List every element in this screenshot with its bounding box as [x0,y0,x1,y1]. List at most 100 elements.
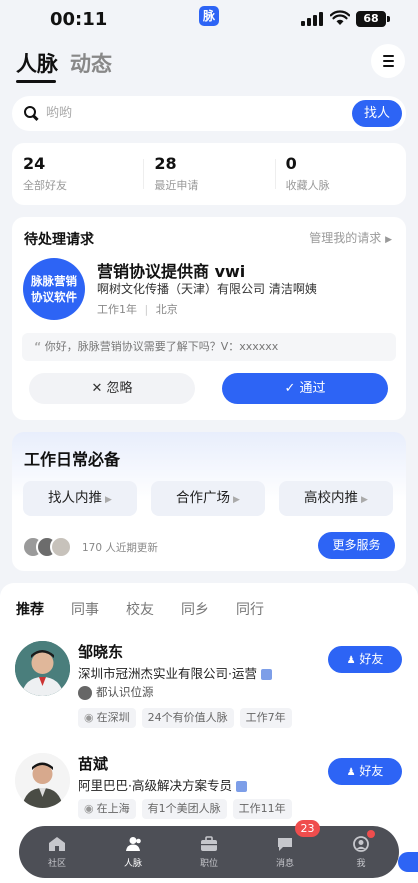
add-friend-button[interactable]: ♟ 好友 [328,758,402,785]
requester-years: 工作1年 [97,303,137,316]
more-services-button[interactable]: 更多服务 [318,532,395,559]
ignore-button[interactable]: ✕ 忽略 [29,373,195,404]
avatar[interactable]: 脉脉营销 协议软件 [23,258,85,320]
chip-campus-referral[interactable]: 高校内推 ▶ [279,481,393,516]
avatar[interactable] [15,753,70,808]
chip-cooperation[interactable]: 合作广场 ▶ [151,481,265,516]
home-icon [49,837,65,851]
chip-label: 高校内推 [304,490,359,506]
nav-label: 人脉 [123,859,142,869]
stat-all-friends[interactable]: 24 全部好友 [12,143,143,205]
stats-panel: 24 全部好友 28 最近申请 0 收藏人脉 [12,143,406,205]
menu-button[interactable] [371,44,405,78]
nav-community[interactable]: 社区 [19,826,95,878]
tab-colleagues[interactable]: 同事 [71,599,99,619]
tab-industry[interactable]: 同行 [236,599,264,619]
requester-city: 北京 [155,303,178,316]
avatar-text-line2: 协议软件 [31,290,77,304]
tag-location-text: 在上海 [96,802,130,815]
nav-label: 职位 [199,859,218,869]
search-input[interactable] [46,96,336,131]
person-photo-icon [15,753,70,808]
request-message-text: 你好，脉脉营销协议需要了解下吗？V：xxxxxx [44,340,279,353]
chip-label: 合作广场 [176,490,231,506]
tag-experience: 工作7年 [239,708,292,728]
requester-meta: 工作1年 | 北京 [97,303,178,316]
stat-label: 收藏人脉 [285,179,330,192]
person-tags: ◉ 在上海 有1个美团人脉 工作11年 [78,799,292,819]
unread-badge: 23 [295,820,320,837]
manage-requests-label: 管理我的请求 [309,231,382,245]
search-icon [24,106,36,118]
stat-number: 28 [154,154,177,173]
person-title-text: 阿里巴巴·高级解决方案专员 [78,778,232,793]
quote-icon: “ [34,340,42,353]
manage-requests-link[interactable]: 管理我的请求 ▶ [309,229,392,246]
stat-recent-requests[interactable]: 28 最近申请 [143,143,274,205]
person-title: 阿里巴巴·高级解决方案专员 [78,775,247,794]
header-tabs: 人脉 动态 [16,48,112,83]
contacts-icon [126,837,141,851]
tag-network: 有1个美团人脉 [141,799,227,819]
bottom-navigation: 社区 人脉 职位 消息 23 我 [19,820,399,878]
chevron-right-icon: ▶ [385,235,392,245]
app-notification-icon: 脉 [199,6,219,26]
signal-icon [301,12,323,26]
avatar-stack [22,536,82,558]
friend-button-label: 好友 [359,652,384,666]
status-bar: 00:11 脉 68 [0,0,418,40]
tab-alumni[interactable]: 校友 [126,599,154,619]
nav-profile[interactable]: 我 [323,826,399,878]
pending-title: 待处理请求 [24,232,94,248]
tag-location: ◉ 在深圳 [78,708,136,728]
location-pin-icon: ◉ [84,802,94,815]
add-user-icon: ♟ [346,655,356,666]
wifi-icon [330,10,350,25]
stat-label: 全部好友 [23,179,67,192]
battery-icon: 68 [356,11,390,27]
location-pin-icon: ◉ [84,711,94,724]
nav-label: 社区 [47,859,66,869]
accept-button[interactable]: ✓ 通过 [222,373,388,404]
stat-number: 0 [285,154,297,173]
verified-icon [260,669,272,680]
briefcase-icon [201,836,217,851]
tab-hometown[interactable]: 同乡 [181,599,209,619]
stat-saved-contacts[interactable]: 0 收藏人脉 [274,143,406,205]
accept-label: 通过 [299,381,326,396]
nav-contacts[interactable]: 人脉 [95,826,171,878]
avatar [50,536,72,558]
person-title-text: 深圳市冠洲杰实业有限公司·运营 [78,666,257,681]
chevron-right-icon: ▶ [361,495,368,505]
tab-contacts[interactable]: 人脉 [16,48,58,83]
stat-number: 24 [23,154,46,173]
person-title: 深圳市冠洲杰实业有限公司·运营 [78,663,272,682]
avatar [78,685,92,700]
stat-label: 最近申请 [154,179,199,192]
tab-feed[interactable]: 动态 [70,48,112,78]
verified-icon [235,781,247,792]
tag-network: 24个有价值人脉 [141,708,234,728]
menu-icon [382,55,394,57]
search-button[interactable]: 找人 [352,100,402,127]
floating-action-button[interactable] [398,852,418,872]
nav-jobs[interactable]: 职位 [171,826,247,878]
update-count: 170 人近期更新 [82,542,158,554]
chip-referral[interactable]: 找人内推 ▶ [23,481,137,516]
person-source: 都认识位源 [78,684,154,700]
status-time: 00:11 [50,9,108,30]
nav-messages[interactable]: 消息 23 [247,820,323,878]
profile-icon [353,836,369,852]
daily-services-card: 工作日常必备 找人内推 ▶ 合作广场 ▶ 高校内推 ▶ 170 人近期更新 更多服务 [12,432,406,571]
ignore-label: 忽略 [106,381,133,396]
request-message: “ 你好，脉脉营销协议需要了解下吗？V：xxxxxx [22,333,396,361]
tab-recommended[interactable]: 推荐 [16,599,44,619]
add-friend-button[interactable]: ♟ 好友 [328,646,402,673]
avatar[interactable] [15,641,70,696]
tag-location: ◉ 在上海 [78,799,136,819]
search-bar: 找人 [12,96,406,131]
requester-name[interactable]: 营销协议提供商 vwi [97,258,245,282]
tag-experience: 工作11年 [232,799,292,819]
person-name[interactable]: 邹晓东 [78,641,123,662]
person-name[interactable]: 苗斌 [78,753,108,774]
